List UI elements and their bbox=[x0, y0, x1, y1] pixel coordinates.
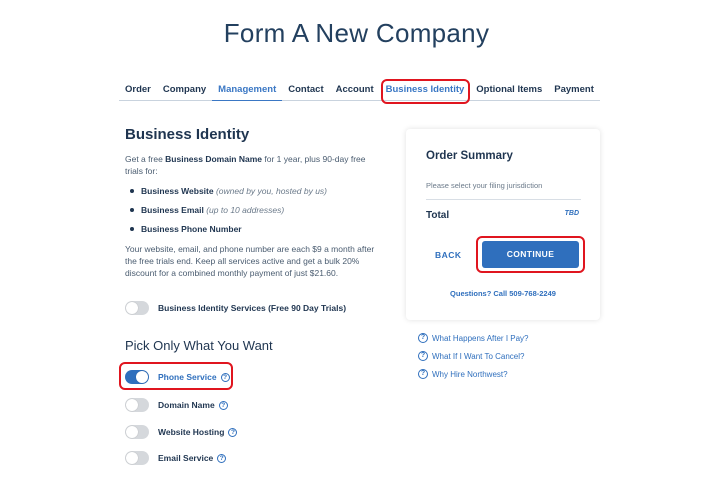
benefit-list: Business Website (owned by you, hosted b… bbox=[125, 186, 385, 234]
tab-optional-items[interactable]: Optional Items bbox=[470, 84, 549, 101]
services-toggle-label: Business Identity Services (Free 90 Day … bbox=[158, 303, 347, 313]
tab-contact[interactable]: Contact bbox=[282, 84, 330, 101]
highlight-business-identity-tab bbox=[381, 79, 470, 104]
step-tabs: Order Company Management Contact Account… bbox=[119, 84, 600, 101]
question-circle-icon: ? bbox=[418, 369, 428, 379]
page-title: Form A New Company bbox=[223, 18, 490, 48]
intro-text: Get a free Business Domain Name for 1 ye… bbox=[125, 154, 366, 176]
email-service-toggle[interactable] bbox=[125, 451, 149, 465]
website-hosting-label: Website Hosting bbox=[158, 427, 225, 437]
list-item: Business Phone Number bbox=[125, 224, 385, 234]
domain-name-toggle[interactable] bbox=[125, 398, 149, 412]
phone-help-link[interactable]: Questions? Call 509-768-2249 bbox=[406, 289, 600, 298]
domain-name-label: Domain Name bbox=[158, 400, 215, 410]
business-identity-section: Business Identity Get a free Business Do… bbox=[125, 126, 385, 279]
total-value: TBD bbox=[564, 210, 579, 217]
help-links: ? What Happens After I Pay? ? What If I Wa… bbox=[418, 333, 529, 387]
cancel-link[interactable]: ? What If I Want To Cancel? bbox=[418, 351, 529, 361]
question-circle-icon[interactable]: ? bbox=[228, 427, 238, 437]
question-circle-icon[interactable]: ? bbox=[218, 400, 228, 410]
highlight-continue-button bbox=[476, 236, 585, 273]
list-item: Business Email (up to 10 addresses) bbox=[125, 205, 385, 215]
email-service-label: Email Service bbox=[158, 453, 214, 463]
website-hosting-toggle[interactable] bbox=[125, 425, 149, 439]
website-hosting-row: Website Hosting ? bbox=[125, 425, 238, 439]
back-button[interactable]: BACK bbox=[435, 250, 462, 260]
order-summary-title: Order Summary bbox=[426, 150, 513, 162]
pricing-note: Your website, email, and phone number ar… bbox=[125, 244, 375, 278]
what-happens-link[interactable]: ? What Happens After I Pay? bbox=[418, 333, 529, 343]
tab-account[interactable]: Account bbox=[329, 84, 380, 101]
jurisdiction-hint: Please select your filing jurisdiction bbox=[426, 181, 543, 190]
order-summary-card: Order Summary Please select your filing … bbox=[406, 129, 600, 320]
section-title: Business Identity bbox=[125, 126, 250, 143]
services-toggle[interactable] bbox=[125, 301, 149, 315]
question-circle-icon[interactable]: ? bbox=[217, 453, 227, 463]
tab-company[interactable]: Company bbox=[156, 84, 213, 101]
divider bbox=[426, 199, 581, 200]
tab-order[interactable]: Order bbox=[119, 84, 157, 101]
domain-name-row: Domain Name ? bbox=[125, 398, 228, 412]
total-label: Total bbox=[426, 210, 450, 221]
services-toggle-row: Business Identity Services (Free 90 Day … bbox=[125, 301, 346, 315]
question-circle-icon: ? bbox=[418, 351, 428, 361]
pick-title: Pick Only What You Want bbox=[125, 338, 273, 353]
question-circle-icon: ? bbox=[418, 333, 428, 343]
highlight-phone-service bbox=[119, 362, 233, 390]
list-item: Business Website (owned by you, hosted b… bbox=[125, 186, 385, 196]
tab-management[interactable]: Management bbox=[212, 84, 283, 101]
email-service-row: Email Service ? bbox=[125, 451, 227, 465]
tab-payment[interactable]: Payment bbox=[548, 84, 600, 101]
why-hire-link[interactable]: ? Why Hire Northwest? bbox=[418, 369, 529, 379]
